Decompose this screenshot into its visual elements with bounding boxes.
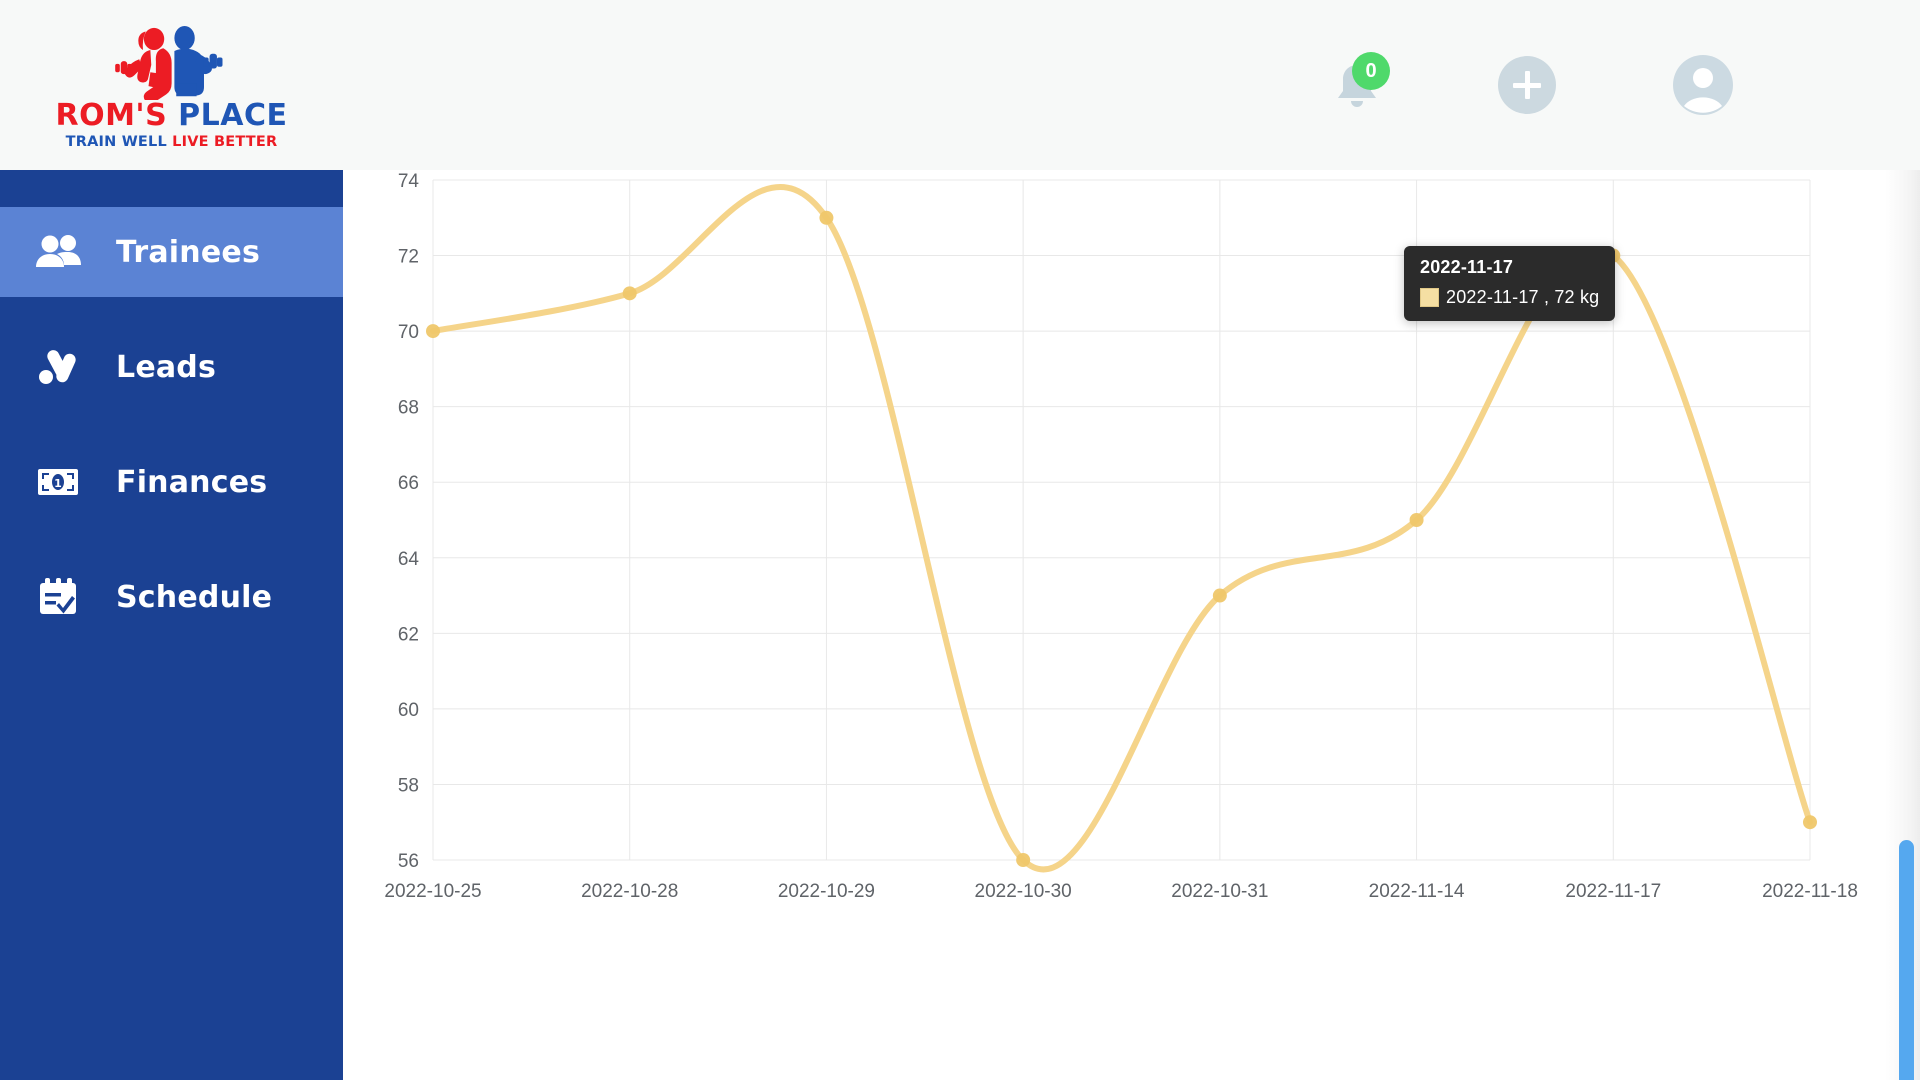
notifications-button[interactable]: 0 <box>1330 52 1390 116</box>
y-axis-tick-label: 62 <box>398 624 419 645</box>
leads-icon <box>0 348 116 386</box>
x-axis-tick-label: 2022-10-29 <box>778 881 875 902</box>
tooltip-entry-text: 2022-11-17 , 72 kg <box>1446 287 1600 307</box>
calendar-check-icon <box>0 578 116 616</box>
x-axis-tick-label: 2022-10-30 <box>975 881 1072 902</box>
chart-data-point[interactable] <box>622 286 637 301</box>
banknote-icon: 1 <box>0 468 116 496</box>
sidebar-item-label: Schedule <box>116 579 273 615</box>
x-axis-tick-label: 2022-11-17 <box>1565 881 1661 902</box>
y-axis-tick-label: 72 <box>398 247 419 268</box>
chart-data-point[interactable] <box>1803 815 1817 830</box>
chart-data-point[interactable] <box>426 324 440 339</box>
y-axis-tick-label: 74 <box>398 171 420 192</box>
sidebar-item-leads[interactable]: Leads <box>0 322 343 412</box>
page-scrollbar-thumb[interactable] <box>1899 840 1914 1080</box>
sidebar-item-schedule[interactable]: Schedule <box>0 552 343 642</box>
brand-name-part1: ROM'S <box>55 98 168 134</box>
x-axis-tick-label: 2022-11-18 <box>1762 881 1858 902</box>
chart-data-point[interactable] <box>1409 513 1424 527</box>
sidebar-item-label: Leads <box>116 349 217 385</box>
y-axis-tick-label: 68 <box>398 398 419 419</box>
brand-name-part2: PLACE <box>178 98 288 134</box>
account-avatar-button[interactable] <box>1670 52 1736 118</box>
tooltip-entry-row: 2022-11-17 , 72 kg <box>1420 287 1599 308</box>
brand-tagline-part2: LIVE BETTER <box>172 134 278 151</box>
chart-tooltip: 2022-11-17 2022-11-17 , 72 kg <box>1404 246 1616 321</box>
tooltip-title: 2022-11-17 <box>1420 257 1514 277</box>
weight-chart-card: 56 58 60 62 64 66 68 70 72 74 2022-10-25 2022-10-28… <box>385 170 1875 1080</box>
brand-wordmark: ROM'S PLACE <box>55 101 287 131</box>
brand-logo[interactable]: ROM'S PLACE TRAIN WELL LIVE BETTER <box>0 0 343 170</box>
y-axis-tick-label: 64 <box>398 549 420 570</box>
main-content: 56 58 60 62 64 66 68 70 72 74 2022-10-25 2022-10-28… <box>343 170 1920 1080</box>
brand-tagline-part1: TRAIN WELL <box>65 134 167 151</box>
x-axis-tick-label: 2022-10-31 <box>1171 881 1268 902</box>
sidebar-item-trainees[interactable]: Trainees <box>0 207 343 297</box>
topbar-actions: 0 <box>1330 0 1736 170</box>
chart-data-point[interactable] <box>1016 853 1031 867</box>
user-avatar-icon <box>1673 55 1733 115</box>
y-axis-tick-label: 70 <box>398 322 419 343</box>
page-scrollbar-track[interactable] <box>1885 170 1920 1080</box>
x-axis-tick-label: 2022-10-25 <box>385 881 482 902</box>
y-axis-tick-label: 56 <box>398 851 419 872</box>
people-icon <box>0 234 116 270</box>
add-button[interactable] <box>1498 56 1556 114</box>
y-axis-tick-label: 66 <box>398 473 419 494</box>
chart-data-point[interactable] <box>819 210 834 225</box>
x-axis-tick-label: 2022-10-28 <box>581 881 678 902</box>
y-axis-tick-label: 60 <box>398 700 419 721</box>
sidebar-item-label: Finances <box>116 464 268 500</box>
brand-tagline: TRAIN WELL LIVE BETTER <box>66 135 278 150</box>
tooltip-series-swatch <box>1420 288 1439 307</box>
sidebar-item-finances[interactable]: 1 Finances <box>0 437 343 527</box>
chart-data-point[interactable] <box>1212 588 1227 603</box>
y-axis-tick-label: 58 <box>398 775 419 796</box>
sidebar-item-label: Trainees <box>116 234 260 270</box>
notification-badge: 0 <box>1352 52 1390 90</box>
x-axis-tick-label: 2022-11-14 <box>1369 881 1465 902</box>
app-root: ROM'S PLACE TRAIN WELL LIVE BETTER 0 Tra… <box>0 0 1920 1080</box>
top-bar: ROM'S PLACE TRAIN WELL LIVE BETTER 0 <box>0 0 1920 170</box>
weight-line-chart[interactable]: 56 58 60 62 64 66 68 70 72 74 2022-10-25 2022-10-28… <box>385 170 1875 1080</box>
sidebar-nav: Trainees Leads 1 Finances Schedule <box>0 170 343 1080</box>
svg-text:1: 1 <box>54 477 62 490</box>
fitness-figures-icon <box>115 26 223 101</box>
